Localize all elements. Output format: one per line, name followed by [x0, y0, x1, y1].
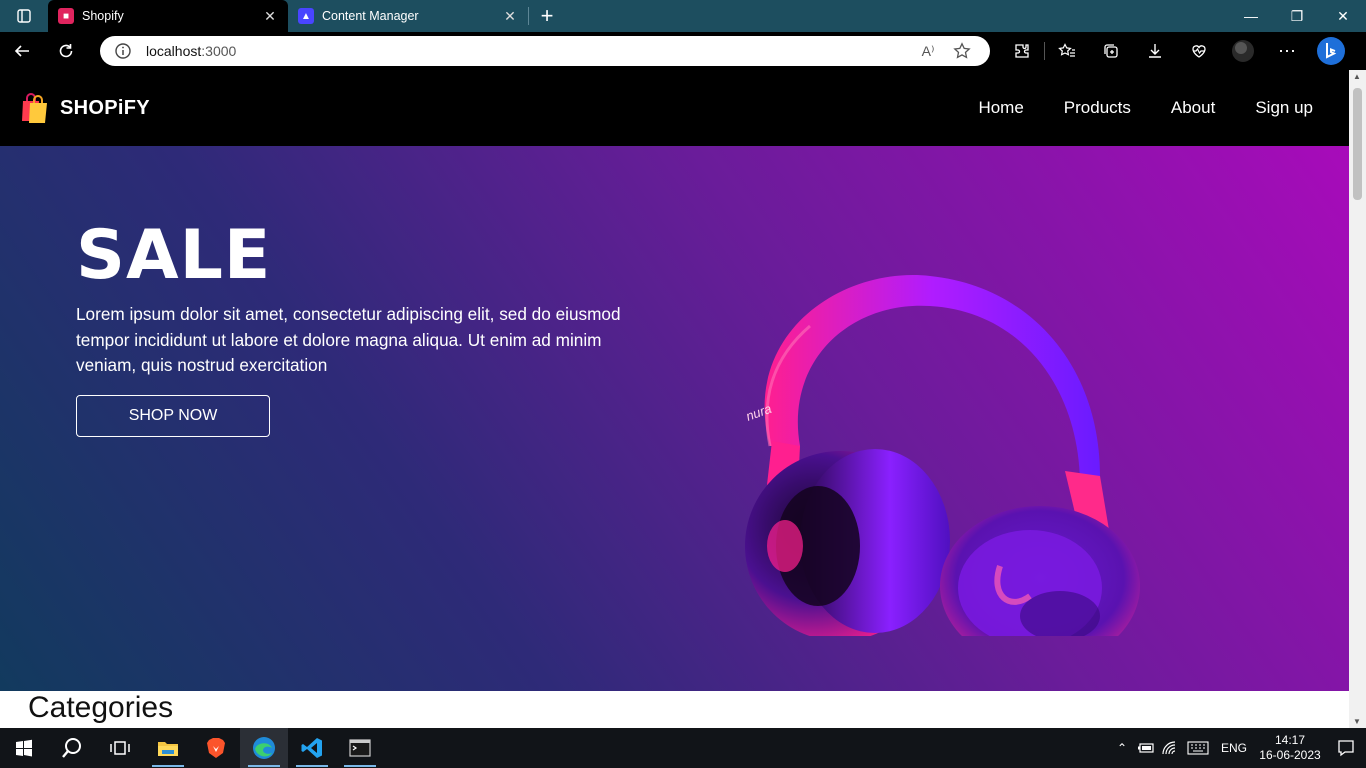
show-hidden-icons-icon[interactable]: ⌃ — [1110, 728, 1134, 768]
nav-sign-up[interactable]: Sign up — [1255, 98, 1313, 118]
url-port: :3000 — [201, 43, 237, 59]
brand-name: SHOPiFY — [60, 96, 150, 119]
vscode-icon[interactable] — [288, 728, 336, 768]
system-tray: ⌃ ENG 14:17 16-06-2023 — [1110, 728, 1366, 768]
tab-title: Shopify — [82, 9, 124, 23]
shop-now-button[interactable]: SHOP NOW — [76, 395, 270, 437]
categories-heading: Categories — [28, 691, 174, 724]
brave-icon[interactable] — [192, 728, 240, 768]
nav-products[interactable]: Products — [1064, 98, 1131, 118]
url-text: localhost:3000 — [146, 43, 908, 59]
restore-icon[interactable]: ❐ — [1274, 0, 1320, 32]
refresh-icon[interactable] — [44, 32, 88, 70]
edge-icon[interactable] — [240, 728, 288, 768]
notifications-icon[interactable] — [1326, 728, 1366, 768]
profile-avatar[interactable] — [1221, 32, 1265, 70]
url-host: localhost — [146, 43, 202, 59]
task-view-icon[interactable] — [96, 728, 144, 768]
close-window-icon[interactable]: ✕ — [1320, 0, 1366, 32]
hero-title: SALE — [76, 216, 272, 295]
language-indicator[interactable]: ENG — [1214, 741, 1254, 755]
window-controls: — ❐ ✕ — [1228, 0, 1366, 32]
keyboard-icon[interactable] — [1182, 728, 1214, 768]
tab-actions-icon[interactable] — [0, 0, 48, 32]
tab-content-manager[interactable]: ▲ Content Manager ✕ — [288, 0, 528, 32]
brand-logo-link[interactable]: SHOPiFY — [18, 91, 150, 125]
site-header: SHOPiFY Home Products About Sign up — [0, 70, 1349, 146]
clock[interactable]: 14:17 16-06-2023 — [1254, 733, 1326, 763]
performance-icon[interactable] — [1177, 32, 1221, 70]
browser-toolbar: localhost:3000 A⁾ ⋯ — [0, 32, 1366, 70]
close-tab-icon[interactable]: ✕ — [262, 8, 278, 25]
clock-time: 14:17 — [1274, 733, 1306, 747]
scroll-up-icon[interactable]: ▲ — [1353, 72, 1361, 81]
read-aloud-icon[interactable]: A⁾ — [914, 40, 942, 62]
browser-tools: ⋯ — [1000, 32, 1353, 70]
main-nav: Home Products About Sign up — [938, 98, 1313, 118]
extensions-icon[interactable] — [1000, 32, 1044, 70]
page-viewport: SHOPiFY Home Products About Sign up SALE… — [0, 70, 1349, 728]
search-icon[interactable] — [48, 728, 96, 768]
strapi-favicon: ▲ — [298, 8, 314, 24]
shopify-favicon: ■ — [58, 8, 74, 24]
downloads-icon[interactable] — [1133, 32, 1177, 70]
new-tab-icon[interactable]: + — [529, 0, 565, 32]
battery-icon[interactable] — [1134, 728, 1158, 768]
bing-chat-icon[interactable] — [1309, 32, 1353, 70]
favorites-icon[interactable] — [1045, 32, 1089, 70]
shopping-bag-logo-icon — [22, 93, 47, 123]
collections-icon[interactable] — [1089, 32, 1133, 70]
nav-about[interactable]: About — [1171, 98, 1215, 118]
windows-start-icon[interactable] — [0, 728, 48, 768]
wifi-icon[interactable] — [1158, 728, 1182, 768]
page-scrollbar[interactable]: ▲ ▼ — [1349, 70, 1366, 728]
close-tab-icon[interactable]: ✕ — [502, 8, 518, 25]
minimize-icon[interactable]: — — [1228, 0, 1274, 32]
windows-taskbar: ⌃ ENG 14:17 16-06-2023 — [0, 728, 1366, 768]
clock-date: 16-06-2023 — [1259, 748, 1321, 762]
address-bar[interactable]: localhost:3000 A⁾ — [100, 36, 990, 66]
hero-description: Lorem ipsum dolor sit amet, consectetur … — [76, 304, 621, 376]
scroll-down-icon[interactable]: ▼ — [1353, 717, 1361, 726]
file-explorer-icon[interactable] — [144, 728, 192, 768]
site-info-icon[interactable] — [114, 42, 132, 60]
tab-shopify[interactable]: ■ Shopify ✕ — [48, 0, 288, 32]
headphones-image: nura — [744, 275, 1140, 636]
terminal-icon[interactable] — [336, 728, 384, 768]
tab-title: Content Manager — [322, 9, 419, 23]
more-options-icon[interactable]: ⋯ — [1265, 32, 1309, 70]
nav-home[interactable]: Home — [978, 98, 1023, 118]
hero-banner: SALE Lorem ipsum dolor sit amet, consect… — [0, 146, 1349, 691]
favorite-star-icon[interactable] — [948, 40, 976, 62]
browser-tab-strip: ■ Shopify ✕ ▲ Content Manager ✕ + — ❐ ✕ — [0, 0, 1366, 32]
scrollbar-thumb[interactable] — [1353, 88, 1362, 200]
back-icon[interactable] — [0, 32, 44, 70]
read-aloud-label: A⁾ — [921, 42, 935, 59]
